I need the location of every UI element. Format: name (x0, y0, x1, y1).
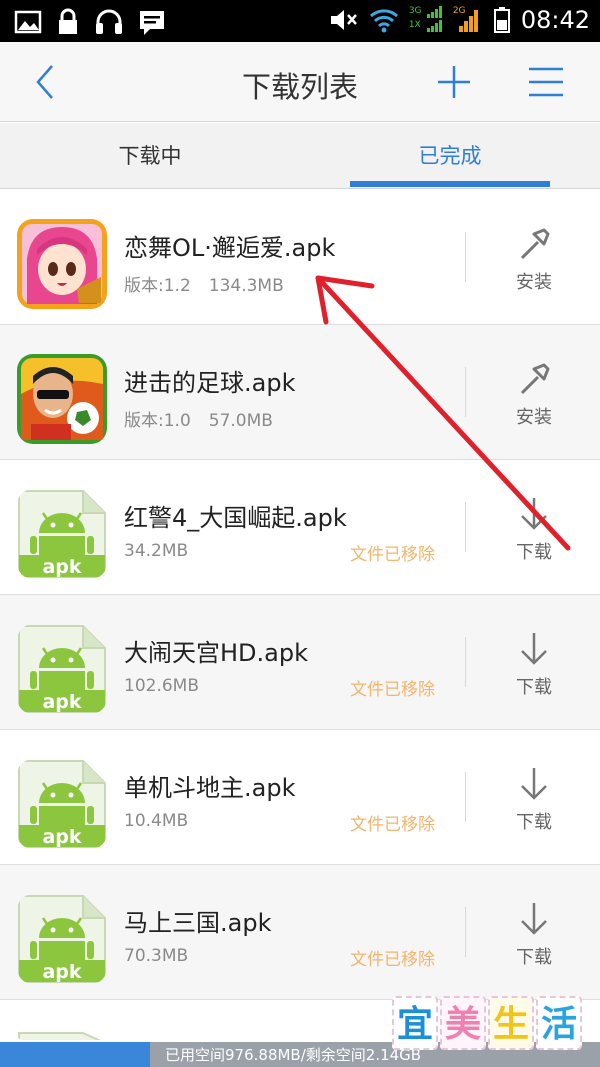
item-meta: 102.6MB (124, 676, 199, 696)
menu-button[interactable] (522, 58, 570, 106)
app-header: 下载列表 (0, 42, 600, 122)
item-name: 单机斗地主.apk (124, 774, 296, 802)
item-meta: 34.2MB (124, 541, 188, 561)
download-arrow-icon (521, 903, 547, 935)
image-icon (14, 10, 42, 34)
watermark-logo: 宜 美 生 活 (392, 996, 588, 1054)
item-size: 57.0MB (208, 411, 273, 431)
download-button[interactable]: 下载 (492, 486, 576, 570)
page-title: 下载列表 (241, 70, 358, 104)
list-item[interactable]: apk 单机斗地主.apk 10.4MB 文件已移除 下载 (0, 730, 600, 865)
add-button[interactable] (430, 58, 478, 106)
download-list: 恋舞OL·邂逅爱.apk 版本:1.2 134.3MB 安装 进击的足球.apk… (0, 190, 600, 1040)
android-apk-icon: apk (17, 489, 107, 579)
tab-completed[interactable]: 已完成 (300, 123, 600, 189)
android-apk-icon: apk (17, 624, 107, 714)
signal-icon: 3G 1X (409, 6, 443, 34)
tab-downloading[interactable]: 下载中 (0, 123, 300, 189)
apk-label: apk (42, 961, 81, 983)
clock: 08:42 (520, 6, 590, 34)
item-version: 版本:1.0 (124, 411, 191, 431)
tab-bar: 下载中 已完成 (0, 123, 600, 189)
wifi-icon (369, 9, 398, 33)
download-button[interactable]: 下载 (492, 891, 576, 975)
menu-icon (529, 67, 563, 97)
storage-usage-text: 已用空间976.88MB/剩余空间2.14GB (165, 1046, 422, 1064)
divider (465, 367, 466, 417)
item-name: 恋舞OL·邂逅爱.apk (124, 234, 336, 262)
battery-icon (493, 7, 510, 33)
item-name: 进击的足球.apk (124, 369, 296, 397)
file-removed-status: 文件已移除 (350, 950, 435, 970)
status-bar: 3G 1X 2G 08:42 (0, 0, 600, 42)
message-icon (140, 11, 164, 35)
item-size: 102.6MB (124, 676, 199, 696)
watermark-char: 活 (536, 996, 582, 1050)
wrench-icon (520, 363, 550, 395)
list-item[interactable]: 进击的足球.apk 版本:1.0 57.0MB 安装 (0, 325, 600, 460)
apk-label: apk (42, 556, 81, 578)
list-item[interactable]: apk 红警4_大国崛起.apk 34.2MB 文件已移除 下载 (0, 460, 600, 595)
item-size: 34.2MB (124, 541, 189, 561)
item-name: 马上三国.apk (124, 909, 272, 937)
mute-icon (330, 10, 357, 30)
download-arrow-icon (521, 633, 547, 665)
download-button[interactable]: 下载 (492, 621, 576, 705)
download-arrow-icon (521, 768, 547, 800)
item-version: 版本:1.2 (124, 276, 191, 296)
android-apk-icon: apk (17, 894, 107, 984)
file-removed-status: 文件已移除 (350, 680, 435, 700)
storage-used-fill (0, 1042, 150, 1067)
file-removed-status: 文件已移除 (350, 815, 435, 835)
active-tab-indicator (350, 181, 550, 187)
file-removed-status: 文件已移除 (350, 545, 435, 565)
signal-2g-icon: 2G (453, 6, 483, 34)
lock-icon (59, 8, 77, 34)
apk-label: apk (42, 826, 81, 848)
plus-icon (438, 66, 470, 98)
watermark-char: 美 (440, 996, 486, 1050)
download-button[interactable]: 下载 (492, 756, 576, 840)
headset-icon (96, 9, 122, 34)
divider (465, 772, 466, 822)
download-arrow-icon (521, 498, 547, 530)
divider (465, 907, 466, 957)
list-item[interactable]: 恋舞OL·邂逅爱.apk 版本:1.2 134.3MB 安装 (0, 190, 600, 325)
divider (465, 502, 466, 552)
item-size: 134.3MB (208, 276, 284, 296)
item-name: 红警4_大国崛起.apk (124, 504, 347, 532)
item-size: 10.4MB (124, 811, 189, 831)
divider (465, 637, 466, 687)
watermark-char: 宜 (392, 996, 438, 1050)
item-name: 大闹天宫HD.apk (124, 639, 308, 667)
item-size: 70.3MB (124, 946, 189, 966)
list-item[interactable]: apk 大闹天宫HD.apk 102.6MB 文件已移除 下载 (0, 595, 600, 730)
game-soccer-icon (17, 354, 107, 444)
divider (465, 232, 466, 282)
android-apk-icon (17, 1028, 107, 1040)
install-button[interactable]: 安装 (492, 216, 576, 300)
item-meta: 版本:1.2 134.3MB (124, 271, 284, 296)
item-meta: 10.4MB (124, 811, 188, 831)
watermark-char: 生 (488, 996, 534, 1050)
wrench-icon (520, 228, 550, 260)
item-meta: 版本:1.0 57.0MB (124, 406, 273, 431)
item-meta: 70.3MB (124, 946, 188, 966)
list-item[interactable]: apk 马上三国.apk 70.3MB 文件已移除 下载 (0, 865, 600, 1000)
game-anime-girl-icon (17, 219, 107, 309)
install-button[interactable]: 安装 (492, 351, 576, 435)
apk-label: apk (42, 691, 81, 713)
android-apk-icon: apk (17, 759, 107, 849)
